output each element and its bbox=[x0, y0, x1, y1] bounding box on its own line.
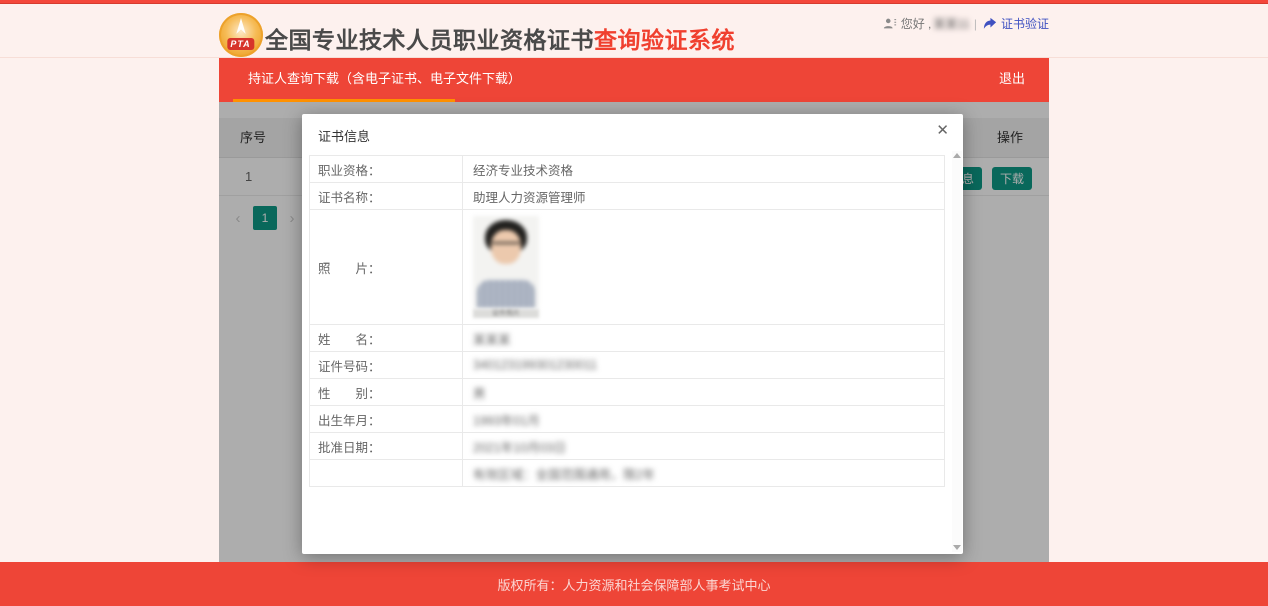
field-value-redacted: 有效区域：全国范围通用，限2年 bbox=[463, 460, 945, 487]
user-icon bbox=[883, 17, 897, 31]
info-row-gender: 性 别： 男 bbox=[310, 379, 945, 406]
field-label: 证件号码： bbox=[310, 352, 463, 379]
photo-wrap: 证件照片 bbox=[473, 216, 539, 318]
field-label: 出生年月： bbox=[310, 406, 463, 433]
photo-glasses bbox=[492, 242, 520, 250]
greeting-text: 您好 , bbox=[901, 15, 932, 32]
field-value-redacted: 男 bbox=[463, 379, 945, 406]
share-arrow-icon bbox=[983, 17, 997, 30]
close-icon[interactable]: ✕ bbox=[936, 123, 949, 138]
field-value: 助理人力资源管理师 bbox=[463, 183, 945, 210]
photo-caption-redacted: 证件照片 bbox=[473, 309, 539, 318]
site-header: PTA 全国专业技术人员职业资格证书查询验证系统 您好 , 某某11 | 证书验… bbox=[0, 5, 1268, 58]
tab-holder-query-download[interactable]: 持证人查询下载（含电子证书、电子文件下载） bbox=[233, 58, 536, 102]
info-row-birth-date: 出生年月： 1993年01月 bbox=[310, 406, 945, 433]
header-container: PTA 全国专业技术人员职业资格证书查询验证系统 您好 , 某某11 | 证书验… bbox=[219, 5, 1049, 57]
user-area: 您好 , 某某11 | 证书验证 bbox=[883, 15, 1049, 32]
info-row-qualification: 职业资格： 经济专业技术资格 bbox=[310, 156, 945, 183]
modal-body: 职业资格： 经济专业技术资格 证书名称： 助理人力资源管理师 照 片： bbox=[302, 150, 963, 487]
nav-bar: 持证人查询下载（含电子证书、电子文件下载） 退出 bbox=[219, 58, 1049, 102]
certificate-info-table: 职业资格： 经济专业技术资格 证书名称： 助理人力资源管理师 照 片： bbox=[309, 155, 945, 487]
info-row-name: 姓 名： 某某某 bbox=[310, 325, 945, 352]
scroll-down-icon[interactable] bbox=[953, 545, 961, 550]
footer: 版权所有：人力资源和社会保障部人事考试中心 bbox=[0, 562, 1268, 606]
field-value: 经济专业技术资格 bbox=[463, 156, 945, 183]
top-accent-strip bbox=[0, 0, 1268, 4]
field-label: 批准日期： bbox=[310, 433, 463, 460]
certificate-info-modal: 证书信息 ✕ 职业资格： 经济专业技术资格 证书名称： 助理人力资源管理师 照 … bbox=[302, 114, 963, 554]
page-title: 全国专业技术人员职业资格证书查询验证系统 bbox=[265, 21, 735, 55]
field-label: 性 别： bbox=[310, 379, 463, 406]
info-row-photo: 照 片： 证件照片 bbox=[310, 210, 945, 325]
page-title-accent: 查询验证系统 bbox=[594, 27, 735, 53]
modal-scrollbar[interactable] bbox=[952, 151, 962, 552]
field-value-redacted: 2021年10月03日 bbox=[463, 433, 945, 460]
certificate-verify-link[interactable]: 证书验证 bbox=[1001, 15, 1049, 32]
field-value-redacted: 某某某 bbox=[463, 325, 945, 352]
modal-title: 证书信息 bbox=[318, 126, 370, 145]
separator: | bbox=[974, 17, 977, 31]
info-row-approval-date: 批准日期： 2021年10月03日 bbox=[310, 433, 945, 460]
certificate-photo bbox=[473, 216, 539, 308]
field-value-redacted: 1993年01月 bbox=[463, 406, 945, 433]
field-value: 证件照片 bbox=[463, 210, 945, 325]
scroll-up-icon[interactable] bbox=[953, 153, 961, 158]
field-label: 职业资格： bbox=[310, 156, 463, 183]
info-row-region: 有效区域：全国范围通用，限2年 bbox=[310, 460, 945, 487]
field-label: 照 片： bbox=[310, 210, 463, 325]
field-label: 姓 名： bbox=[310, 325, 463, 352]
page-title-main: 全国专业技术人员职业资格证书 bbox=[265, 27, 594, 53]
info-row-id-number: 证件号码： 340123199301230011 bbox=[310, 352, 945, 379]
field-label: 证书名称： bbox=[310, 183, 463, 210]
photo-shirt bbox=[477, 280, 535, 308]
copyright-text: 版权所有：人力资源和社会保障部人事考试中心 bbox=[497, 575, 770, 594]
page: PTA 全国专业技术人员职业资格证书查询验证系统 您好 , 某某11 | 证书验… bbox=[0, 0, 1268, 606]
info-row-certificate-name: 证书名称： 助理人力资源管理师 bbox=[310, 183, 945, 210]
logout-button[interactable]: 退出 bbox=[975, 58, 1049, 102]
pta-logo: PTA bbox=[219, 13, 263, 57]
pta-logo-text: PTA bbox=[227, 38, 254, 50]
field-label bbox=[310, 460, 463, 487]
modal-title-bar: 证书信息 ✕ bbox=[302, 114, 963, 150]
username-redacted: 某某11 bbox=[933, 15, 969, 32]
field-value-redacted: 340123199301230011 bbox=[463, 352, 945, 379]
